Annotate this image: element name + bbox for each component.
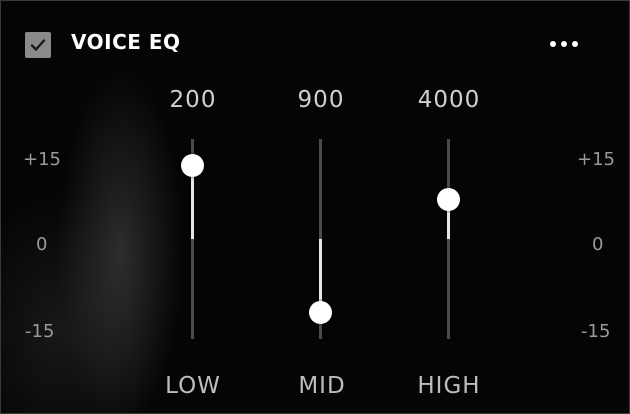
slider-thumb[interactable]	[437, 187, 460, 211]
frequency-label-low: 200	[169, 87, 217, 113]
scale-right-bottom: -15	[581, 321, 611, 342]
slider-thumb[interactable]	[309, 300, 332, 324]
scale-left-middle: 0	[36, 234, 48, 255]
dot	[572, 41, 578, 47]
band-label-low: LOW	[165, 373, 221, 399]
checkmark-icon	[30, 39, 46, 51]
band-label-high: HIGH	[417, 373, 481, 399]
scale-left-top: +15	[23, 149, 61, 170]
more-dots-icon[interactable]	[539, 34, 589, 54]
band-label-mid: MID	[298, 373, 346, 399]
scale-right-top: +15	[577, 149, 615, 170]
slider-thumb[interactable]	[181, 154, 204, 178]
frequency-label-mid: 900	[297, 87, 345, 113]
voice-eq-panel: VOICE EQ +15 0 -15 +15 0 -15 200 900 400…	[0, 0, 630, 414]
scale-left-bottom: -15	[25, 321, 55, 342]
eq-slider-low[interactable]	[181, 139, 204, 339]
scale-right-middle: 0	[592, 234, 604, 255]
enable-checkbox[interactable]	[25, 32, 51, 58]
panel-title: VOICE EQ	[71, 30, 181, 54]
eq-slider-high[interactable]	[437, 139, 460, 339]
eq-slider-mid[interactable]	[309, 139, 332, 339]
frequency-label-high: 4000	[417, 87, 481, 113]
dot	[561, 41, 567, 47]
dot	[550, 41, 556, 47]
